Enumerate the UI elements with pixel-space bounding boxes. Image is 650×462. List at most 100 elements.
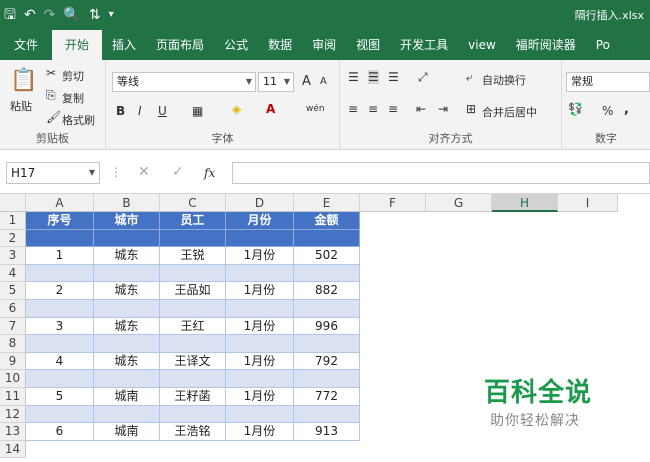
table-row-spacer[interactable] <box>26 370 94 388</box>
table-row-spacer[interactable] <box>294 335 360 353</box>
tab-view-addin[interactable]: view <box>458 30 506 60</box>
align-bottom-icon[interactable]: ☰ <box>388 70 399 84</box>
row-header-2[interactable]: 2 <box>0 229 26 248</box>
column-header-a[interactable]: A <box>26 194 94 212</box>
column-header-h[interactable]: H <box>492 194 558 212</box>
table-cell-amount[interactable]: 502 <box>294 247 360 265</box>
table-row-spacer[interactable] <box>226 300 294 318</box>
table-row-spacer[interactable] <box>226 405 294 424</box>
formula-input[interactable] <box>232 162 650 184</box>
table-row-spacer[interactable] <box>160 370 226 388</box>
row-header-3[interactable]: 3 <box>0 247 26 265</box>
paste-button[interactable]: 粘贴 <box>10 98 32 114</box>
align-middle-icon[interactable]: ☰ <box>368 70 379 84</box>
row-header-9[interactable]: 9 <box>0 352 26 371</box>
table-cell-amount[interactable]: 913 <box>294 423 360 441</box>
decrease-indent-icon[interactable]: ⇤ <box>416 102 426 116</box>
row-header-5[interactable]: 5 <box>0 282 26 300</box>
table-row-spacer[interactable] <box>94 405 160 424</box>
orientation-icon[interactable]: ⤢ <box>418 70 428 85</box>
table-cell-seq[interactable]: 6 <box>26 423 94 441</box>
redo-icon[interactable]: ↷ <box>44 4 56 26</box>
table-row-spacer[interactable] <box>26 229 94 248</box>
table-row-spacer[interactable] <box>294 300 360 318</box>
currency-icon[interactable]: 💱 <box>568 102 583 116</box>
enter-icon[interactable]: ✓ <box>172 164 184 180</box>
sort-icon[interactable]: ⇅ <box>89 4 101 26</box>
table-row-spacer[interactable] <box>294 405 360 424</box>
copy-button[interactable]: 复制 <box>62 90 84 106</box>
decrease-font-button[interactable]: A <box>320 76 327 87</box>
tab-power[interactable]: Po <box>586 30 620 60</box>
table-row-spacer[interactable] <box>26 264 94 283</box>
table-cell-amount[interactable]: 792 <box>294 352 360 371</box>
percent-button[interactable]: % <box>602 104 613 118</box>
column-header-c[interactable]: C <box>160 194 226 212</box>
increase-indent-icon[interactable]: ⇥ <box>438 102 448 116</box>
table-row-spacer[interactable] <box>160 229 226 248</box>
table-header-employee[interactable]: 员工 <box>160 212 226 230</box>
table-row-spacer[interactable] <box>226 370 294 388</box>
format-painter-button[interactable]: 格式刷 <box>62 112 95 128</box>
phonetic-button[interactable]: wén <box>306 104 325 114</box>
table-cell-employee[interactable]: 王浩铭 <box>160 423 226 441</box>
table-row-spacer[interactable] <box>294 229 360 248</box>
underline-button[interactable]: U <box>158 104 167 118</box>
paste-icon[interactable]: 📋 <box>10 68 37 93</box>
table-row-spacer[interactable] <box>226 335 294 353</box>
row-header-4[interactable]: 4 <box>0 264 26 283</box>
table-cell-city[interactable]: 城东 <box>94 352 160 371</box>
column-header-e[interactable]: E <box>294 194 360 212</box>
borders-icon[interactable]: ▦ <box>192 104 203 118</box>
table-cell-employee[interactable]: 王锐 <box>160 247 226 265</box>
table-row-spacer[interactable] <box>160 405 226 424</box>
column-header-d[interactable]: D <box>226 194 294 212</box>
print-preview-icon[interactable]: 🔍 <box>63 4 80 26</box>
tab-review[interactable]: 审阅 <box>302 30 346 60</box>
table-cell-amount[interactable]: 996 <box>294 317 360 336</box>
table-row-spacer[interactable] <box>226 264 294 283</box>
fill-color-icon[interactable]: ◈ <box>232 102 241 116</box>
select-all-corner[interactable] <box>0 194 26 212</box>
table-cell-amount[interactable]: 772 <box>294 388 360 406</box>
row-header-7[interactable]: 7 <box>0 317 26 336</box>
tab-data[interactable]: 数据 <box>258 30 302 60</box>
italic-button[interactable]: I <box>138 104 142 118</box>
table-row-spacer[interactable] <box>26 335 94 353</box>
table-cell-employee[interactable]: 王红 <box>160 317 226 336</box>
merge-center-button[interactable]: 合并后居中 <box>482 104 537 120</box>
table-row-spacer[interactable] <box>94 264 160 283</box>
customize-qat-icon[interactable]: ▾ <box>109 4 114 26</box>
align-center-icon[interactable]: ≡ <box>368 102 378 116</box>
table-cell-city[interactable]: 城南 <box>94 423 160 441</box>
table-row-spacer[interactable] <box>94 229 160 248</box>
table-header-seq[interactable]: 序号 <box>26 212 94 230</box>
font-name-select[interactable]: 等线 ▼ <box>112 72 256 92</box>
align-top-icon[interactable]: ☰ <box>348 70 359 84</box>
table-row-spacer[interactable] <box>160 335 226 353</box>
table-row-spacer[interactable] <box>294 264 360 283</box>
table-row-spacer[interactable] <box>160 300 226 318</box>
tab-home[interactable]: 开始 <box>52 30 103 60</box>
table-cell-month[interactable]: 1月份 <box>226 388 294 406</box>
table-cell-city[interactable]: 城南 <box>94 388 160 406</box>
cancel-icon[interactable]: ✕ <box>138 164 150 180</box>
tab-insert[interactable]: 插入 <box>102 30 146 60</box>
tab-page-layout[interactable]: 页面布局 <box>146 30 214 60</box>
undo-icon[interactable]: ↶ <box>24 4 36 26</box>
table-cell-month[interactable]: 1月份 <box>226 423 294 441</box>
table-row-spacer[interactable] <box>94 335 160 353</box>
table-cell-month[interactable]: 1月份 <box>226 352 294 371</box>
row-header-11[interactable]: 11 <box>0 388 26 406</box>
table-row-spacer[interactable] <box>26 300 94 318</box>
tab-foxit[interactable]: 福昕阅读器 <box>506 30 586 60</box>
tab-file[interactable]: 文件 <box>0 30 52 60</box>
column-header-i[interactable]: I <box>558 194 618 212</box>
align-left-icon[interactable]: ≡ <box>348 102 358 116</box>
comma-button[interactable]: , <box>624 102 629 117</box>
table-header-city[interactable]: 城市 <box>94 212 160 230</box>
column-header-g[interactable]: G <box>426 194 492 212</box>
bold-button[interactable]: B <box>116 104 125 118</box>
table-row-spacer[interactable] <box>160 264 226 283</box>
row-header-12[interactable]: 12 <box>0 405 26 424</box>
